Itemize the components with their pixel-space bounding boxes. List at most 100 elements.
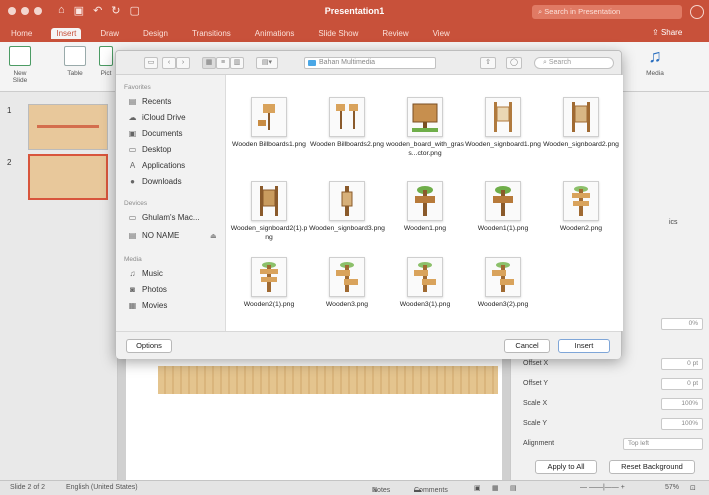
sidebar-item-photos[interactable]: ◙ Photos	[128, 285, 167, 294]
scale-x-field[interactable]: 100%	[661, 398, 703, 410]
reset-background-button[interactable]: Reset Background	[609, 460, 695, 474]
pictures-button[interactable]: Pict	[96, 46, 116, 77]
file-item[interactable]: Wooden3.png	[308, 257, 386, 310]
share-button[interactable]: ⇪ Share	[652, 28, 682, 37]
sidebar-item-applications[interactable]: A Applications	[128, 161, 185, 170]
slide-thumbnail-1[interactable]	[28, 104, 108, 150]
eject-icon[interactable]: ⏏	[210, 232, 217, 240]
sidebar-item-icloud[interactable]: ☁ iCloud Drive	[128, 113, 186, 122]
share-icon[interactable]: ⇧	[480, 57, 496, 69]
media-label: Media	[646, 70, 664, 77]
offset-x-field[interactable]: 0 pt	[661, 358, 703, 370]
title-bar: ⌂ ▣ ↶ ↻ ▢ Presentation1 ⌕ Search in Pres…	[0, 0, 709, 42]
tab-design[interactable]: Design	[138, 28, 173, 39]
tab-slide-show[interactable]: Slide Show	[313, 28, 363, 39]
alignment-select[interactable]: Top left	[623, 438, 703, 450]
forward-arrow-icon[interactable]: ›	[176, 57, 190, 69]
image-thumbnail	[407, 181, 443, 221]
music-note-icon: ♫	[648, 46, 662, 66]
image-thumbnail	[563, 181, 599, 221]
tab-view[interactable]: View	[428, 28, 455, 39]
billboard-icon	[258, 104, 275, 130]
fit-to-window-icon[interactable]: ⊡	[690, 484, 696, 492]
sidebar-item-desktop[interactable]: ▭ Desktop	[128, 145, 172, 154]
image-thumbnail	[329, 257, 365, 297]
back-arrow-icon[interactable]: ‹	[162, 57, 176, 69]
file-item[interactable]: Wooden2.png	[542, 181, 620, 234]
devices-header: Devices	[124, 200, 148, 207]
comments-label: Comments	[414, 487, 448, 494]
tab-insert[interactable]: Insert	[51, 28, 82, 39]
file-item[interactable]: Wooden Billboards1.png	[230, 97, 308, 150]
account-icon[interactable]	[690, 5, 704, 19]
sidebar-item-downloads[interactable]: ● Downloads	[128, 177, 182, 186]
file-item[interactable]: Wooden1(1).png	[464, 181, 542, 234]
media-header: Media	[124, 256, 142, 263]
sidebar-label: Ghulam's Mac...	[142, 213, 200, 222]
file-item[interactable]: Wooden Billboards2.png	[308, 97, 386, 150]
icon-view-icon[interactable]: ▦	[202, 57, 216, 69]
sidebar-item-mac[interactable]: ▭ Ghulam's Mac...	[128, 213, 200, 222]
wood-plank-image[interactable]	[158, 366, 498, 394]
music-note-icon: ♫	[129, 269, 136, 278]
wooden-sign-icon	[414, 262, 436, 292]
slide-sorter-icon[interactable]: ▦	[492, 484, 499, 492]
list-view-icon[interactable]: ≡	[216, 57, 230, 69]
tab-review[interactable]: Review	[377, 28, 413, 39]
scale-y-field[interactable]: 100%	[661, 418, 703, 430]
language-indicator[interactable]: English (United States)	[66, 484, 138, 491]
sidebar-label: Applications	[142, 161, 186, 170]
slide-number: 1	[7, 106, 12, 115]
tab-draw[interactable]: Draw	[95, 28, 124, 39]
file-item[interactable]: Wooden1.png	[386, 181, 464, 234]
file-item[interactable]: Wooden_signboard2.png	[542, 97, 620, 150]
desktop-icon: ▭	[128, 145, 137, 154]
offset-y-field[interactable]: 0 pt	[661, 378, 703, 390]
dialog-search-input[interactable]: ⌕ Search	[534, 57, 614, 69]
sidebar-item-documents[interactable]: ▣ Documents	[128, 129, 183, 138]
sidebar-item-music[interactable]: ♫ Music	[128, 269, 163, 278]
file-item[interactable]: Wooden_signboard1.png	[464, 97, 542, 150]
cancel-button[interactable]: Cancel	[504, 339, 550, 353]
apply-to-all-button[interactable]: Apply to All	[535, 460, 597, 474]
file-item[interactable]: Wooden3(2).png	[464, 257, 542, 310]
column-view-icon[interactable]: ▥	[230, 57, 244, 69]
file-item[interactable]: Wooden_signboard3.png	[308, 181, 386, 234]
slide-thumbnail-pane: 1 2	[0, 92, 118, 480]
sidebar-label: Music	[142, 269, 163, 278]
location-popup[interactable]: Bahan Multimedia	[304, 57, 436, 69]
normal-view-icon[interactable]: ▣	[474, 484, 481, 492]
sidebar-label: iCloud Drive	[142, 113, 186, 122]
new-slide-icon	[9, 46, 31, 66]
group-by-icon[interactable]: ▤▾	[256, 57, 278, 69]
transparency-field[interactable]: 0%	[661, 318, 703, 330]
file-item[interactable]: Wooden2(1).png	[230, 257, 308, 310]
dialog-search-placeholder: Search	[548, 59, 572, 66]
image-thumbnail	[563, 97, 599, 137]
tab-home[interactable]: Home	[6, 28, 37, 39]
file-item[interactable]: wooden_board_with_grass...ctor.png	[386, 97, 464, 158]
table-button[interactable]: Table	[62, 46, 88, 77]
sidebar-toggle-icon[interactable]: ▭	[144, 57, 158, 69]
zoom-slider[interactable]: — ——|—— +	[580, 484, 625, 491]
tab-transitions[interactable]: Transitions	[187, 28, 236, 39]
slide-number: 2	[7, 158, 12, 167]
media-button[interactable]: ♫ Media	[640, 46, 670, 77]
sidebar-label: Movies	[142, 301, 168, 310]
reading-view-icon[interactable]: ▤	[510, 484, 517, 492]
image-thumbnail	[485, 181, 521, 221]
wooden-board-icon	[412, 103, 438, 132]
tag-icon[interactable]: ◯	[506, 57, 522, 69]
sidebar-item-no-name[interactable]: ▤ NO NAME	[128, 231, 180, 240]
sidebar-item-movies[interactable]: ▦ Movies	[128, 301, 168, 310]
sidebar-item-recents[interactable]: ▤ Recents	[128, 97, 172, 106]
insert-button[interactable]: Insert	[558, 339, 610, 353]
presentation-search-input[interactable]: ⌕ Search in Presentation	[532, 5, 682, 19]
new-slide-button[interactable]: New Slide	[6, 46, 34, 84]
options-button[interactable]: Options	[126, 339, 172, 353]
slide-thumbnail-2[interactable]	[28, 154, 108, 200]
file-item[interactable]: Wooden3(1).png	[386, 257, 464, 310]
wooden-sign-icon	[260, 262, 278, 292]
tab-animations[interactable]: Animations	[250, 28, 300, 39]
file-item[interactable]: Wooden_signboard2(1).png	[230, 181, 308, 242]
